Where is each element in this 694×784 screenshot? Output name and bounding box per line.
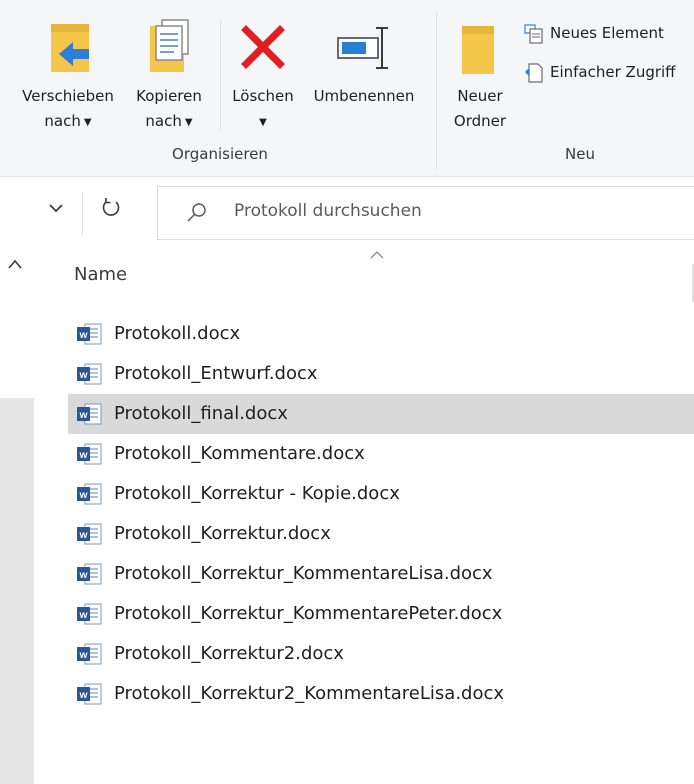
word-document-icon: w (77, 483, 102, 505)
new-item-button[interactable]: Neues Element (524, 21, 664, 45)
svg-text:w: w (79, 570, 88, 581)
sort-ascending-icon (370, 251, 384, 259)
column-header-name[interactable]: Name (74, 264, 127, 285)
svg-text:w: w (79, 410, 88, 421)
easy-access-icon (525, 62, 543, 83)
file-name: Protokoll_Korrektur.docx (114, 523, 331, 544)
svg-text:w: w (79, 330, 88, 341)
word-document-icon: w (77, 403, 102, 425)
word-document-icon: w (77, 323, 102, 345)
file-row[interactable]: w Protokoll_Korrektur_KommentarePeter.doc… (68, 594, 694, 634)
refresh-icon[interactable] (100, 197, 122, 219)
new-item-icon (524, 23, 543, 44)
word-document-icon: w (77, 683, 102, 705)
file-row[interactable]: w Protokoll.docx (68, 314, 694, 354)
rename-label: Umbenennen (313, 87, 415, 105)
file-name: Protokoll_Korrektur - Kopie.docx (114, 483, 400, 504)
chevron-down-icon: ▼ (184, 117, 193, 128)
word-document-icon: w (77, 643, 102, 665)
word-document-icon: w (77, 363, 102, 385)
file-name: Protokoll_Korrektur_KommentareLisa.docx (114, 563, 493, 584)
group-divider (436, 12, 437, 169)
new-folder-label-1: Neuer (457, 87, 503, 105)
file-row[interactable]: w Protokoll_Kommentare.docx (68, 434, 694, 474)
word-document-icon: w (77, 603, 102, 625)
file-row[interactable]: w Protokoll_final.docx (68, 394, 694, 434)
file-name: Protokoll_Entwurf.docx (114, 363, 318, 384)
easy-access-label: Einfacher Zugriff (550, 63, 676, 81)
rename-button[interactable]: Umbenennen (302, 0, 426, 140)
rename-icon (337, 27, 388, 69)
nav-divider (82, 192, 83, 236)
move-to-button[interactable]: Verschieben nach ▼ (12, 0, 124, 140)
svg-text:w: w (79, 450, 88, 461)
search-icon (187, 203, 206, 222)
new-folder-icon (462, 26, 494, 74)
chevron-down-icon: ▼ (259, 117, 267, 128)
move-to-label-2: nach (44, 112, 81, 130)
word-document-icon: w (77, 443, 102, 465)
svg-text:w: w (79, 490, 88, 501)
new-item-label: Neues Element (550, 24, 664, 42)
file-list: w Protokoll.docx w Protokoll_Entwurf.docx w P… (68, 314, 694, 714)
file-name: Protokoll_Korrektur2.docx (114, 643, 344, 664)
delete-button[interactable]: Löschen ▼ (226, 0, 300, 140)
chevron-down-icon[interactable] (46, 198, 66, 218)
delete-x-icon (241, 25, 285, 69)
svg-text:w: w (79, 610, 88, 621)
file-row[interactable]: w Protokoll_Korrektur2_KommentareLisa.doc… (68, 674, 694, 714)
search-placeholder: Protokoll durchsuchen (234, 201, 422, 221)
copy-folder-icon (150, 19, 189, 72)
file-name: Protokoll.docx (114, 323, 241, 344)
svg-text:w: w (79, 650, 88, 661)
scrollbar-thumb[interactable] (0, 398, 34, 784)
svg-text:w: w (79, 690, 88, 701)
delete-label: Löschen (232, 87, 294, 105)
file-row[interactable]: w Protokoll_Entwurf.docx (68, 354, 694, 394)
file-name: Protokoll_Kommentare.docx (114, 443, 365, 464)
new-folder-label-2: Ordner (453, 112, 507, 130)
group-label-organize: Organisieren (172, 145, 268, 163)
easy-access-button[interactable]: Einfacher Zugriff (524, 60, 676, 84)
file-row[interactable]: w Protokoll_Korrektur2.docx (68, 634, 694, 674)
button-divider (220, 20, 221, 130)
copy-to-label-1: Kopieren (136, 87, 202, 105)
scroll-up-icon[interactable] (6, 258, 24, 270)
ribbon: Verschieben nach ▼ Kopieren nach ▼ Löschen… (0, 0, 694, 177)
word-document-icon: w (77, 523, 102, 545)
search-input[interactable]: Protokoll durchsuchen (157, 186, 694, 240)
file-name: Protokoll_Korrektur2_KommentareLisa.docx (114, 683, 505, 704)
svg-text:w: w (79, 370, 88, 381)
copy-to-button[interactable]: Kopieren nach ▼ (124, 0, 214, 140)
move-to-label-1: Verschieben (22, 87, 114, 105)
group-label-new: Neu (565, 145, 595, 163)
file-row[interactable]: w Protokoll_Korrektur.docx (68, 514, 694, 554)
new-folder-button[interactable]: Neuer Ordner (442, 0, 518, 140)
chevron-down-icon: ▼ (83, 117, 92, 128)
svg-text:w: w (79, 530, 88, 541)
copy-to-label-2: nach (145, 112, 182, 130)
file-name: Protokoll_Korrektur_KommentarePeter.docx (114, 603, 503, 624)
move-folder-icon (51, 24, 89, 72)
file-row[interactable]: w Protokoll_Korrektur - Kopie.docx (68, 474, 694, 514)
word-document-icon: w (77, 563, 102, 585)
file-name: Protokoll_final.docx (114, 403, 288, 424)
file-row[interactable]: w Protokoll_Korrektur_KommentareLisa.docx (68, 554, 694, 594)
